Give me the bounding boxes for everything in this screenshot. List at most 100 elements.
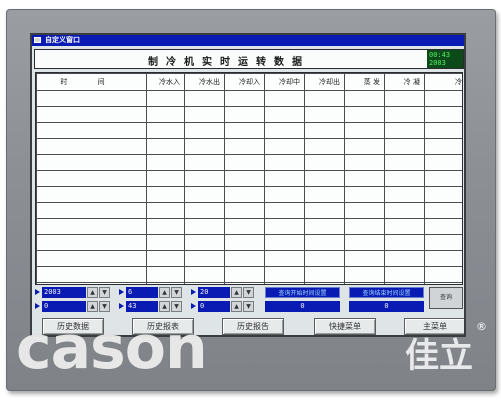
table-cell bbox=[184, 250, 225, 267]
table-row bbox=[36, 218, 462, 235]
table-body bbox=[36, 90, 462, 284]
table-row bbox=[36, 154, 462, 171]
pointer-arrow-icon bbox=[119, 303, 124, 309]
table-cell bbox=[146, 218, 185, 235]
minute-value[interactable]: 43 bbox=[126, 301, 158, 312]
column-header: 冷 凝 bbox=[384, 73, 425, 91]
table-cell bbox=[224, 266, 265, 283]
table-cell bbox=[264, 90, 305, 107]
table-cell bbox=[384, 138, 425, 155]
table-cell bbox=[344, 234, 385, 251]
up-arrow-icon[interactable]: ▲ bbox=[231, 301, 242, 312]
table-cell bbox=[384, 250, 425, 267]
table-cell bbox=[264, 202, 305, 219]
table-row bbox=[36, 234, 462, 251]
year-value[interactable]: 2003 bbox=[42, 287, 86, 298]
brand-watermark: cason bbox=[16, 313, 208, 383]
table-cell bbox=[184, 218, 225, 235]
table-cell bbox=[304, 90, 345, 107]
down-arrow-icon[interactable]: ▼ bbox=[171, 301, 182, 312]
pointer-arrow-icon bbox=[119, 289, 124, 295]
table-cell bbox=[224, 106, 265, 123]
up-arrow-icon[interactable]: ▲ bbox=[159, 287, 170, 298]
table-cell bbox=[224, 282, 265, 284]
hmi-screen: 自定义窗口 制冷机实时运转数据 00:43 2003 时 间 冷水入 冷水出 冷… bbox=[30, 33, 466, 337]
second-value[interactable]: 0 bbox=[198, 301, 230, 312]
table-cell bbox=[184, 282, 225, 284]
table-row bbox=[36, 138, 462, 155]
up-arrow-icon[interactable]: ▲ bbox=[231, 287, 242, 298]
day-stepper[interactable]: 20 ▲ ▼ bbox=[191, 287, 271, 298]
table-cell bbox=[264, 250, 305, 267]
up-arrow-icon[interactable]: ▲ bbox=[159, 301, 170, 312]
table-cell bbox=[304, 266, 345, 283]
table-cell bbox=[36, 106, 147, 123]
table-cell bbox=[384, 218, 425, 235]
quick-menu-button[interactable]: 快捷菜单 bbox=[314, 318, 376, 335]
table-cell bbox=[36, 138, 147, 155]
table-cell bbox=[424, 154, 462, 171]
down-arrow-icon[interactable]: ▼ bbox=[243, 287, 254, 298]
table-cell bbox=[146, 266, 185, 283]
table-cell bbox=[184, 122, 225, 139]
table-cell bbox=[384, 106, 425, 123]
month-stepper[interactable]: 6 ▲ ▼ bbox=[119, 287, 199, 298]
query-start-value: 0 bbox=[265, 301, 340, 312]
table-row bbox=[36, 122, 462, 139]
table-cell bbox=[36, 90, 147, 107]
table-cell bbox=[184, 186, 225, 203]
table-cell bbox=[424, 138, 462, 155]
down-arrow-icon[interactable]: ▼ bbox=[243, 301, 254, 312]
pointer-arrow-icon bbox=[191, 289, 196, 295]
table-cell bbox=[384, 186, 425, 203]
table-cell bbox=[384, 234, 425, 251]
table-cell bbox=[224, 186, 265, 203]
table-row bbox=[36, 202, 462, 219]
history-report-button[interactable]: 历史报告 bbox=[222, 318, 284, 335]
table-cell bbox=[36, 154, 147, 171]
table-cell bbox=[424, 250, 462, 267]
table-cell bbox=[36, 250, 147, 267]
table-cell bbox=[224, 218, 265, 235]
table-cell bbox=[264, 266, 305, 283]
table-cell bbox=[344, 218, 385, 235]
registered-mark: ® bbox=[476, 320, 487, 333]
table-cell bbox=[384, 282, 425, 284]
table-row bbox=[36, 266, 462, 283]
table-cell bbox=[146, 234, 185, 251]
query-start-label[interactable]: 查询开始时间设置 bbox=[265, 287, 340, 298]
down-arrow-icon[interactable]: ▼ bbox=[99, 301, 110, 312]
table-row bbox=[36, 250, 462, 267]
table-cell bbox=[424, 122, 462, 139]
minute-stepper[interactable]: 43 ▲ ▼ bbox=[119, 301, 199, 312]
table-cell bbox=[344, 250, 385, 267]
table-cell bbox=[146, 186, 185, 203]
hour-value[interactable]: 0 bbox=[42, 301, 86, 312]
down-arrow-icon[interactable]: ▼ bbox=[171, 287, 182, 298]
table-cell bbox=[344, 138, 385, 155]
window-menu-icon[interactable] bbox=[34, 37, 41, 43]
year-stepper[interactable]: 2003 ▲ ▼ bbox=[35, 287, 115, 298]
table-cell bbox=[264, 122, 305, 139]
query-end-label[interactable]: 查询结束时间设置 bbox=[349, 287, 424, 298]
down-arrow-icon[interactable]: ▼ bbox=[99, 287, 110, 298]
table-cell bbox=[304, 186, 345, 203]
day-value[interactable]: 20 bbox=[198, 287, 230, 298]
query-button[interactable]: 查询 bbox=[429, 287, 463, 309]
table-cell bbox=[36, 186, 147, 203]
clock-time: 00:43 bbox=[429, 51, 451, 59]
hour-stepper[interactable]: 0 ▲ ▼ bbox=[35, 301, 115, 312]
table-cell bbox=[344, 122, 385, 139]
table-cell bbox=[424, 282, 462, 284]
pointer-arrow-icon bbox=[35, 303, 40, 309]
month-value[interactable]: 6 bbox=[126, 287, 158, 298]
table-cell bbox=[304, 202, 345, 219]
up-arrow-icon[interactable]: ▲ bbox=[87, 301, 98, 312]
table-cell bbox=[424, 266, 462, 283]
table-cell bbox=[184, 106, 225, 123]
page-header: 制冷机实时运转数据 00:43 2003 bbox=[34, 49, 464, 69]
up-arrow-icon[interactable]: ▲ bbox=[87, 287, 98, 298]
table-row bbox=[36, 170, 462, 187]
table-cell bbox=[344, 106, 385, 123]
second-stepper[interactable]: 0 ▲ ▼ bbox=[191, 301, 271, 312]
